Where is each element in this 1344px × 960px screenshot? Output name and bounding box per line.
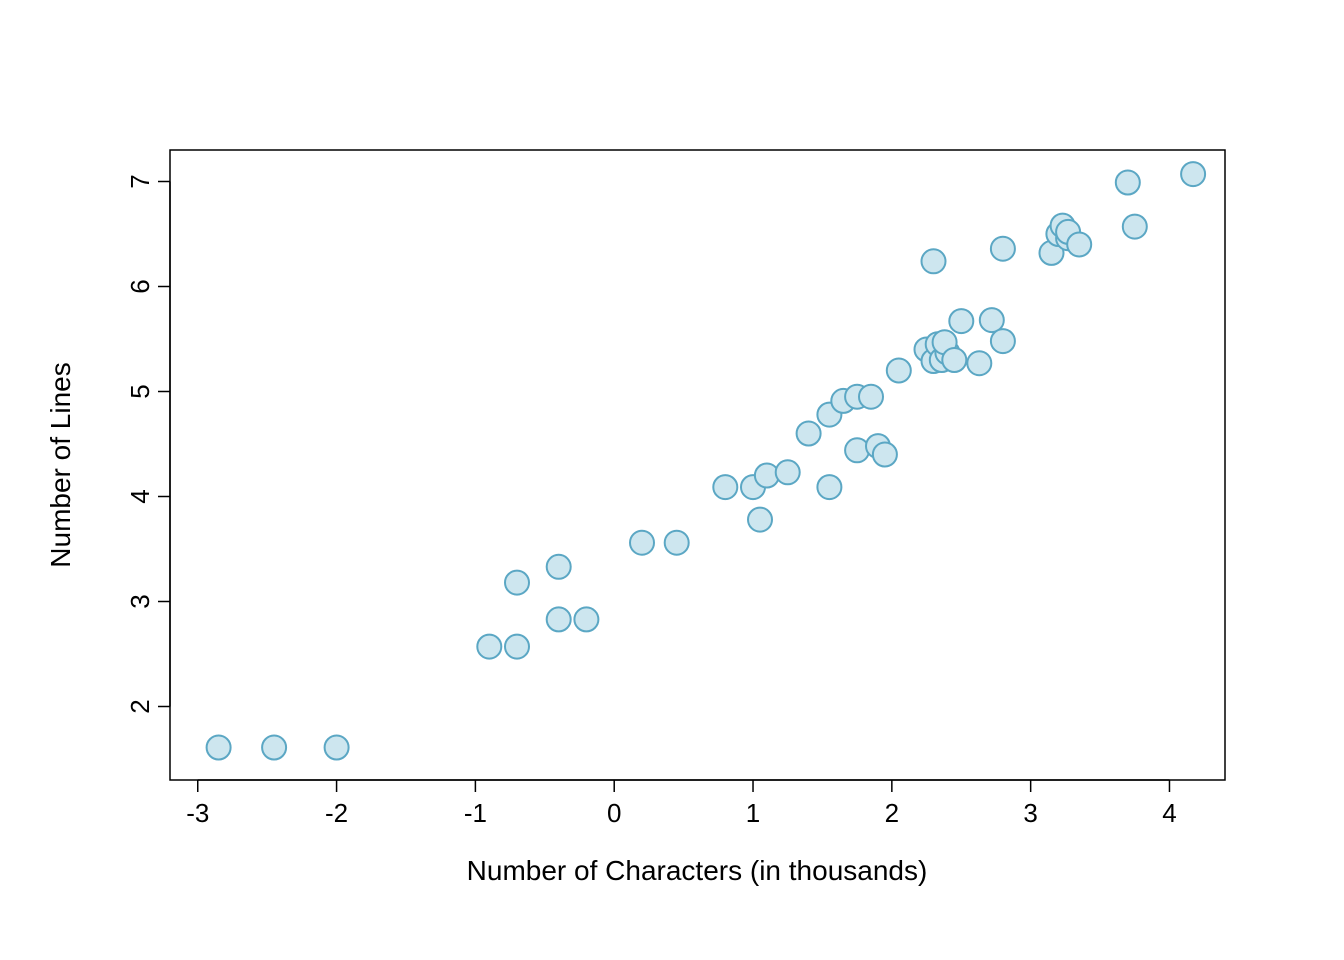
data-point (845, 438, 869, 462)
y-tick-label: 6 (125, 279, 155, 293)
data-point (1067, 233, 1091, 257)
data-point (574, 607, 598, 631)
data-points (207, 162, 1206, 759)
data-point (1123, 215, 1147, 239)
y-tick-label: 7 (125, 174, 155, 188)
data-point (942, 348, 966, 372)
data-point (547, 555, 571, 579)
data-point (1181, 162, 1205, 186)
scatter-chart: -3 -2 -1 0 1 2 3 4 2 3 4 5 6 7 Number of Characters … (0, 0, 1344, 960)
x-tick-label: 2 (885, 798, 899, 828)
y-tick-label: 3 (125, 594, 155, 608)
y-tick-label: 5 (125, 384, 155, 398)
data-point (817, 475, 841, 499)
x-tick-label: 3 (1023, 798, 1037, 828)
data-point (630, 531, 654, 555)
x-axis-ticks: -3 -2 -1 0 1 2 3 4 (186, 780, 1177, 828)
data-point (776, 460, 800, 484)
data-point (922, 249, 946, 273)
data-point (262, 736, 286, 760)
data-point (665, 531, 689, 555)
data-point (991, 237, 1015, 261)
y-axis-label: Number of Lines (45, 362, 76, 567)
data-point (505, 571, 529, 595)
data-point (991, 329, 1015, 353)
y-tick-label: 2 (125, 699, 155, 713)
data-point (873, 443, 897, 467)
x-tick-label: 4 (1162, 798, 1176, 828)
y-axis-ticks: 2 3 4 5 6 7 (125, 174, 170, 713)
chart-svg: -3 -2 -1 0 1 2 3 4 2 3 4 5 6 7 Number of Characters … (0, 0, 1344, 960)
data-point (797, 422, 821, 446)
x-tick-label: -3 (186, 798, 209, 828)
data-point (1116, 171, 1140, 195)
data-point (477, 635, 501, 659)
y-tick-label: 4 (125, 489, 155, 503)
x-axis-label: Number of Characters (in thousands) (467, 855, 928, 886)
x-tick-label: 0 (607, 798, 621, 828)
data-point (207, 736, 231, 760)
x-tick-label: -2 (325, 798, 348, 828)
data-point (859, 385, 883, 409)
data-point (547, 607, 571, 631)
data-point (748, 508, 772, 532)
data-point (887, 359, 911, 383)
x-tick-label: 1 (746, 798, 760, 828)
data-point (505, 635, 529, 659)
data-point (949, 309, 973, 333)
x-tick-label: -1 (464, 798, 487, 828)
data-point (325, 736, 349, 760)
data-point (967, 351, 991, 375)
data-point (713, 475, 737, 499)
